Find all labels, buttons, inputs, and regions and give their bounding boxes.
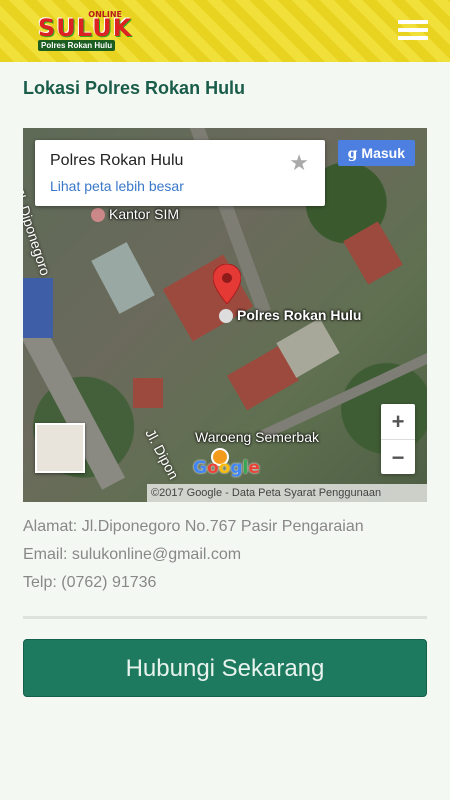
- signin-label: Masuk: [361, 145, 405, 161]
- map-label-waroeng[interactable]: Waroeng Semerbak: [195, 429, 319, 445]
- site-logo[interactable]: ONLINE SULUK Polres Rokan Hulu: [36, 10, 131, 54]
- map-attribution[interactable]: ©2017 Google - Data Peta Syarat Pengguna…: [147, 484, 427, 502]
- zoom-in-button[interactable]: +: [381, 404, 415, 439]
- map-info-card: Polres Rokan Hulu Lihat peta lebih besar…: [35, 140, 325, 206]
- building-roof: [343, 221, 403, 285]
- info-card-place: Polres Rokan Hulu: [50, 152, 184, 169]
- zoom-controls: + −: [381, 404, 415, 474]
- site-header: ONLINE SULUK Polres Rokan Hulu: [0, 0, 450, 62]
- zoom-out-button[interactable]: −: [381, 440, 415, 475]
- building-roof: [23, 278, 53, 338]
- map-label-kantor-text: Kantor SIM: [109, 206, 180, 222]
- email-text[interactable]: Email: sulukonline@gmail.com: [23, 546, 241, 564]
- building-roof: [91, 242, 155, 314]
- contact-now-button[interactable]: Hubungi Sekarang: [23, 639, 427, 697]
- map-label-kantor-sim[interactable]: Kantor SIM: [91, 206, 180, 223]
- map-label-polres-text: Polres Rokan Hulu: [237, 307, 362, 323]
- map-label-polres[interactable]: Polres Rokan Hulu: [219, 307, 362, 324]
- map-type-thumbnail[interactable]: [35, 423, 85, 473]
- google-g-icon: g: [347, 146, 358, 162]
- star-icon[interactable]: ★: [289, 150, 309, 176]
- logo-subtitle: Polres Rokan Hulu: [38, 40, 116, 51]
- address-text: Alamat: Jl.Diponegoro No.767 Pasir Penga…: [23, 518, 364, 535]
- street-label-south: Jl. Dipon: [142, 426, 183, 482]
- police-icon: [219, 309, 233, 324]
- google-signin-button[interactable]: g Masuk: [337, 140, 415, 166]
- phone-text[interactable]: Telp: (0762) 91736: [23, 574, 156, 592]
- section-divider: [23, 616, 427, 619]
- google-logo: Google: [193, 458, 260, 478]
- embedded-map[interactable]: Jl. Diponegoro Jl. Dipon Kantor SIM Polr…: [23, 128, 427, 502]
- building-roof: [133, 378, 163, 408]
- building-icon: [91, 208, 105, 223]
- page-title: Lokasi Polres Rokan Hulu: [23, 78, 246, 98]
- location-pin-icon[interactable]: [213, 264, 241, 304]
- hamburger-menu-icon[interactable]: [398, 20, 428, 42]
- logo-brand-text: SULUK: [38, 14, 133, 42]
- view-larger-map-link[interactable]: Lihat peta lebih besar: [50, 178, 184, 194]
